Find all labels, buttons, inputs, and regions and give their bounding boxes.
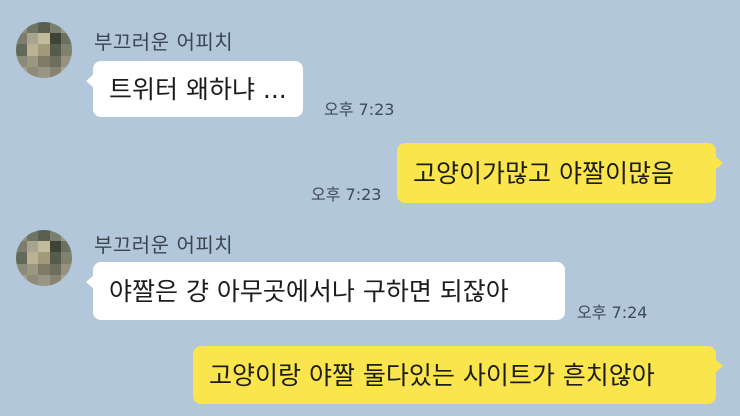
- message-bubble[interactable]: 고양이랑 야짤 둘다있는 사이트가 흔치않아: [193, 346, 723, 404]
- message-bubble[interactable]: 야짤은 걍 아무곳에서나 구하면 되잖아: [86, 262, 565, 320]
- bubble-tail: [86, 274, 95, 290]
- sender-name: 부끄러운 어피치: [94, 30, 234, 54]
- message-text: 고양이가많고 야짤이많음: [413, 158, 674, 188]
- message-text: 고양이랑 야짤 둘다있는 사이트가 흔치않아: [209, 360, 655, 390]
- message-text: 트위터 왜하냐 ...: [109, 74, 287, 104]
- message-text: 야짤은 걍 아무곳에서나 구하면 되잖아: [109, 276, 509, 306]
- message-bubble[interactable]: 고양이가많고 야짤이많음: [397, 143, 723, 203]
- sender-name: 부끄러운 어피치: [94, 233, 234, 257]
- bubble-tail: [714, 358, 723, 374]
- message-bubble[interactable]: 트위터 왜하냐 ...: [86, 61, 303, 117]
- sender-avatar[interactable]: [16, 22, 72, 78]
- bubble-tail: [714, 155, 723, 171]
- message-time: 오후 7:23: [311, 185, 382, 204]
- sender-avatar[interactable]: [16, 230, 72, 286]
- message-time: 오후 7:23: [324, 100, 395, 119]
- message-time: 오후 7:24: [577, 303, 648, 322]
- bubble-tail: [86, 73, 95, 89]
